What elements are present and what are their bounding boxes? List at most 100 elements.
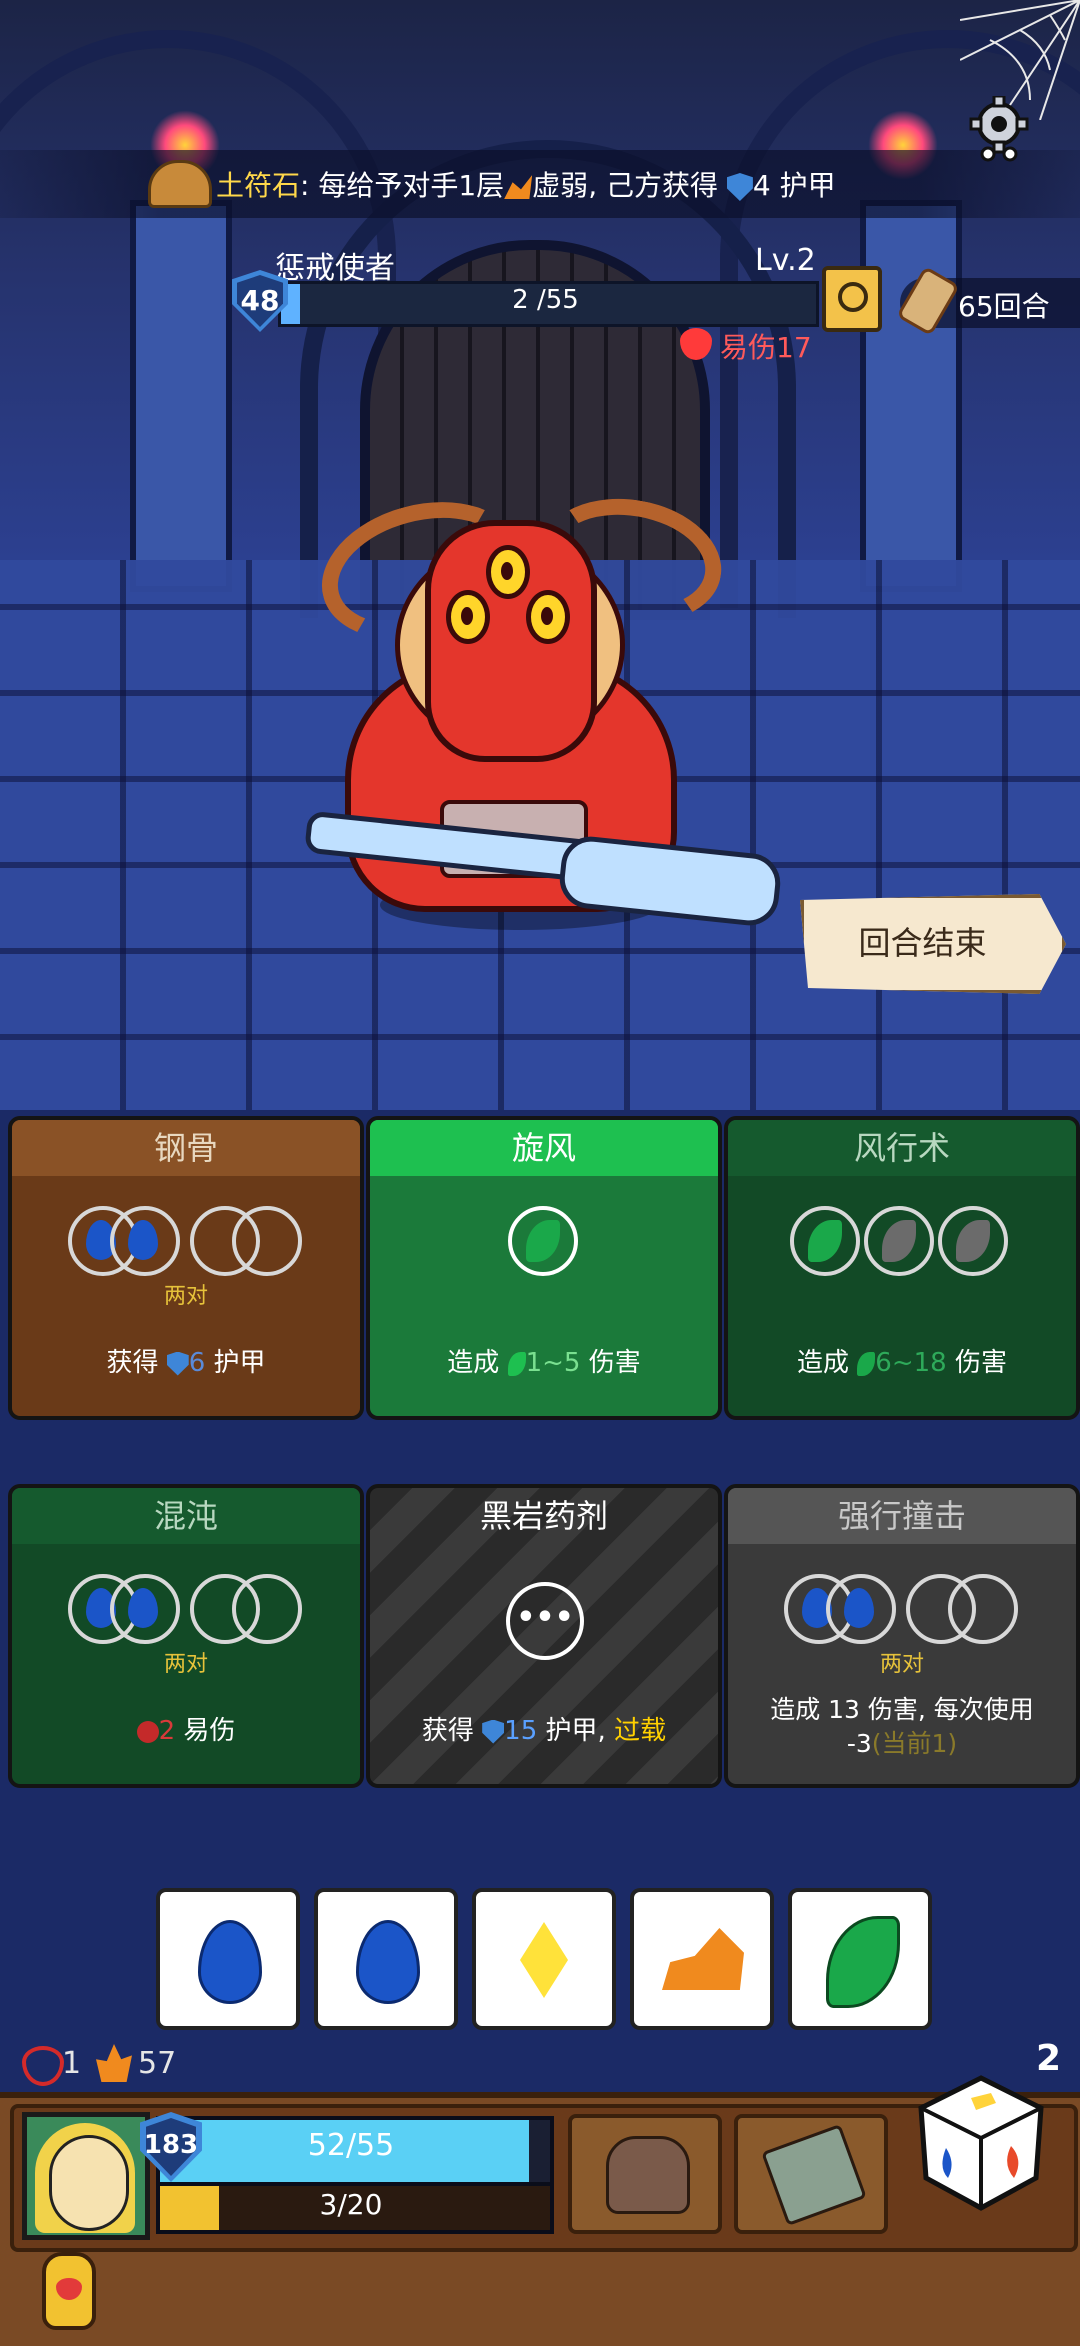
die-light[interactable] [472,1888,616,2030]
card-description: 2 易伤 [12,1710,360,1747]
relic-debuff: 虚弱 [532,169,589,202]
equipment-slot-bandage[interactable] [734,2114,888,2234]
inspect-enemy-icon[interactable] [822,266,882,332]
water-icon [128,1588,158,1628]
reroll-count: 2 [1036,2038,1062,2079]
desc-part: -3 [846,1729,872,1758]
equipment-slot-gauntlet[interactable] [568,2114,722,2234]
desc-part: 护甲 [205,1348,266,1378]
wind-icon [956,1220,990,1262]
water-icon [844,1588,874,1628]
enemy-hp-text: 2 /55 [512,285,579,315]
card-requirement: 两对 [163,1652,208,1677]
card-title: 黑岩药剂 [479,1497,608,1535]
card-description: 获得 6 护甲 [12,1342,360,1379]
card-forced-strike[interactable]: 强行撞击 两对 造成 13 伤害, 每次使用 -3(当前1) [724,1484,1080,1788]
left-pillar [130,200,232,592]
die-water[interactable] [156,1888,300,2030]
card-chaos[interactable]: 混沌 两对 2 易伤 [8,1484,364,1788]
armor-icon [726,173,753,201]
dice-slot[interactable] [938,1206,1008,1276]
player-shield-value: 183 [143,2130,199,2160]
desc-part: 伤害 [580,1348,641,1378]
card-title: 钢骨 [12,1120,360,1176]
player-avatar[interactable] [22,2112,150,2240]
turn-counter-text: 65回合 [958,290,1050,323]
player-xp-text: 3/20 [319,2188,383,2221]
wind-icon [507,1351,526,1376]
monster-eye [526,590,570,644]
weak-icon [504,175,533,199]
die-wind[interactable] [788,1888,932,2030]
wind-leaf-icon [826,1916,900,2008]
desc-value: 2 [158,1716,176,1746]
card-steel-bone[interactable]: 钢骨 两对 获得 6 护甲 [8,1116,364,1420]
more-options-icon[interactable]: ••• [506,1582,584,1660]
desc-note: (当前1) [871,1729,958,1758]
heart-icon [22,2046,64,2086]
card-description: 获得 15 护甲, 过载 [370,1710,718,1747]
card-title: 混沌 [12,1488,360,1544]
relic-text-b: , 己方获得 [588,169,727,202]
wind-icon [526,1220,560,1262]
dice-slot[interactable] [232,1206,302,1276]
earth-rune-icon[interactable] [148,160,212,208]
armor-icon [482,1719,505,1744]
water-drop-icon [356,1920,420,2004]
dice-slot[interactable] [110,1206,180,1276]
relic-armor-value: 4 [752,169,771,202]
enemy-shield-value: 48 [240,284,280,317]
desc-part: 伤害 [946,1348,1007,1378]
dice-slot[interactable] [110,1574,180,1644]
water-drop-icon [198,1920,262,2004]
card-description-line1: 造成 13 伤害, 每次使用 [770,1695,1034,1724]
relic-name: 土符石 [216,169,301,202]
card-title: 强行撞击 [728,1488,1076,1544]
reroll-dice-icon[interactable] [916,2068,1046,2248]
relic-text-a: 每给予对手1层 [309,169,505,202]
player-hp-text: 52/55 [307,2128,395,2163]
settings-gear-icon[interactable] [966,96,1032,162]
relic-description: 土符石: 每给予对手1层 虚弱, 己方获得 4 护甲 [216,164,836,204]
desc-part: 造成 [447,1348,508,1378]
dice-slot[interactable] [948,1574,1018,1644]
right-pillar [860,200,962,592]
avatar-face [49,2135,129,2231]
vulnerable-icon [136,1720,159,1743]
desc-part: 护甲, [537,1716,615,1746]
card-requirement: 两对 [879,1652,924,1677]
heart-count: 1 [62,2046,82,2081]
dice-slot[interactable] [864,1206,934,1276]
monster-eye [446,590,490,644]
die-water[interactable] [314,1888,458,2030]
water-icon [128,1220,158,1260]
end-turn-label: 回合结束 [858,924,987,962]
card-description-line2: -3(当前1) [728,1724,1076,1760]
flame-icon [96,2044,132,2082]
card-title: 旋风 [370,1120,718,1176]
desc-part: 获得 [421,1716,483,1746]
desc-value: 15 [504,1716,538,1746]
card-windwalk[interactable]: 风行术 造成 6~18 伤害 [724,1116,1080,1420]
die-earth[interactable] [630,1888,774,2030]
card-blackrock-potion[interactable]: 黑岩药剂 ••• 获得 15 护甲, 过载 [366,1484,722,1788]
card-whirlwind[interactable]: 旋风 造成 1~5 伤害 [366,1116,722,1420]
desc-value: 1~5 [525,1348,581,1378]
spiked-gauntlet-icon [606,2136,690,2214]
dice-slot[interactable] [826,1574,896,1644]
monster-eye [486,545,530,599]
earth-rock-icon [662,1928,744,1990]
wind-icon [808,1220,842,1262]
overload-keyword: 过载 [614,1716,667,1746]
health-potion-icon[interactable] [42,2252,96,2330]
dice-slot[interactable] [508,1206,578,1276]
dice-slot[interactable] [790,1206,860,1276]
wind-icon [857,1351,876,1376]
enemy-level: Lv.2 [755,243,816,278]
bandage-icon [761,2123,867,2227]
enemy-status-vulnerable: 易伤17 [720,331,812,364]
dice-slot[interactable] [232,1574,302,1644]
card-requirement: 两对 [163,1284,208,1309]
relic-armor-label: 护甲 [770,169,836,202]
card-description: 造成 6~18 伤害 [728,1342,1076,1379]
